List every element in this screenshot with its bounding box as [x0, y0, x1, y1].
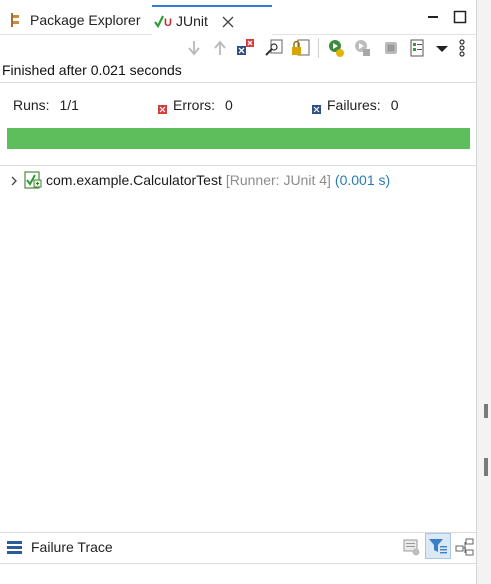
error-icon — [158, 101, 167, 114]
maximize-icon[interactable] — [453, 10, 467, 24]
stack-trace-icon — [7, 541, 22, 554]
show-failures-only-icon[interactable] — [236, 38, 256, 58]
tab-package-explorer-label: Package Explorer — [30, 12, 141, 28]
test-time: (0.001 s) — [334, 172, 391, 188]
previous-failure-icon[interactable] — [210, 38, 230, 58]
runs-label: Runs: — [13, 97, 50, 113]
scroll-lock-icon[interactable] — [264, 38, 284, 58]
errors-value: 0 — [225, 97, 233, 113]
divider — [0, 82, 476, 83]
minimize-icon[interactable] — [426, 10, 440, 24]
rerun-failed-first-icon[interactable] — [352, 38, 372, 58]
runs-value: 1/1 — [59, 97, 79, 113]
errors-label: Errors: — [173, 97, 215, 113]
progress-bar — [7, 128, 470, 149]
view-menu-icon[interactable] — [432, 38, 452, 58]
edge-marker — [484, 458, 488, 476]
divider — [0, 165, 476, 166]
toolbar-separator — [318, 38, 319, 58]
tab-junit-label: JUnit — [176, 13, 208, 29]
test-class-name: com.example.CalculatorTest — [46, 172, 222, 188]
failure-icon — [312, 101, 321, 114]
close-icon[interactable] — [222, 15, 234, 28]
tab-junit[interactable]: U JUnit — [152, 5, 272, 36]
compare-result-icon[interactable] — [402, 537, 422, 557]
failure-trace-title: Failure Trace — [31, 539, 113, 555]
tab-package-explorer[interactable]: Package Explorer — [8, 6, 141, 34]
test-run-history-icon[interactable] — [408, 38, 428, 58]
svg-text:U: U — [164, 17, 172, 29]
errors-counter: Errors: 0 — [158, 97, 233, 114]
failures-counter: Failures: 0 — [312, 97, 399, 114]
more-icon[interactable] — [455, 38, 475, 58]
sash-edge — [476, 0, 491, 584]
package-explorer-icon — [8, 12, 24, 28]
divider — [0, 532, 476, 533]
edge-marker — [484, 404, 488, 418]
failures-value: 0 — [390, 97, 399, 113]
next-failure-icon[interactable] — [184, 38, 204, 58]
junit-icon: U — [154, 13, 172, 29]
run-status-text: Finished after 0.021 seconds — [2, 62, 182, 78]
tree-item[interactable]: com.example.CalculatorTest [Runner: JUni… — [8, 170, 390, 190]
divider — [0, 563, 476, 564]
test-runner: [Runner: JUnit 4] — [225, 172, 331, 188]
chevron-right-icon[interactable] — [8, 174, 20, 186]
test-suite-icon — [24, 171, 42, 189]
rerun-test-icon[interactable] — [326, 38, 346, 58]
stop-icon[interactable] — [381, 38, 401, 58]
copy-trace-icon[interactable] — [455, 537, 475, 557]
failures-label: Failures: — [327, 97, 381, 113]
filter-stack-trace-icon[interactable] — [425, 533, 451, 559]
runs-counter: Runs: 1/1 — [13, 97, 79, 113]
scroll-lock-icon[interactable] — [291, 38, 311, 58]
